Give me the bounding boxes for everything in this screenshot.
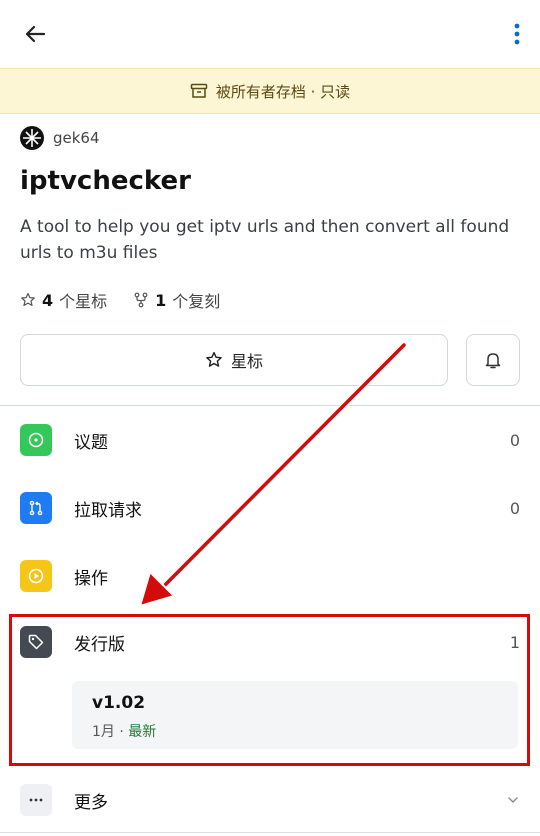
repo-stats: 4 个星标 1 个复刻 [20,288,220,312]
menu-item-actions[interactable]: 操作 [20,554,520,598]
repo-owner[interactable]: gek64 [20,126,100,150]
bottom-divider [0,832,540,833]
owner-name: gek64 [53,129,100,147]
issues-count: 0 [509,430,520,450]
forks-count[interactable]: 1 [155,291,166,310]
stars-count[interactable]: 4 [42,291,53,310]
play-circle-icon [20,560,52,592]
repo-title: iptvchecker [20,166,191,196]
bell-icon [485,353,501,369]
star-outline-icon [206,351,222,367]
archived-text: 被所有者存档 · 只读 [215,82,351,101]
menu-item-pull-requests[interactable]: 拉取请求 0 [20,486,520,530]
pull-requests-count: 0 [509,498,520,518]
repo-description: A tool to help you get iptv urls and the… [20,217,510,263]
fork-icon [134,292,148,308]
menu-item-more[interactable]: 更多 [20,778,520,822]
menu-label-more: 更多 [74,792,108,813]
kebab-menu-icon[interactable] [512,20,522,48]
menu-label-issues: 议题 [74,432,108,453]
stars-label[interactable]: 个星标 [59,288,107,312]
issue-circle-icon [20,424,52,456]
chevron-down-icon [508,797,518,803]
forks-label[interactable]: 个复刻 [172,288,220,312]
star-button[interactable]: 星标 [20,334,448,386]
top-bar [0,0,540,68]
avatar [20,126,44,150]
star-button-label: 星标 [230,352,263,371]
annotation-highlight-box [9,614,530,766]
archive-box-icon [190,83,208,98]
pull-request-icon [20,492,52,524]
back-arrow-icon[interactable] [22,20,50,48]
notifications-button[interactable] [466,334,520,386]
star-outline-icon [21,292,35,306]
archived-banner: 被所有者存档 · 只读 [0,68,540,114]
menu-label-actions: 操作 [74,568,108,589]
menu-label-pull-requests: 拉取请求 [74,500,142,521]
menu-item-issues[interactable]: 议题 0 [20,418,520,462]
ellipsis-icon [20,784,52,816]
section-divider [0,405,540,406]
